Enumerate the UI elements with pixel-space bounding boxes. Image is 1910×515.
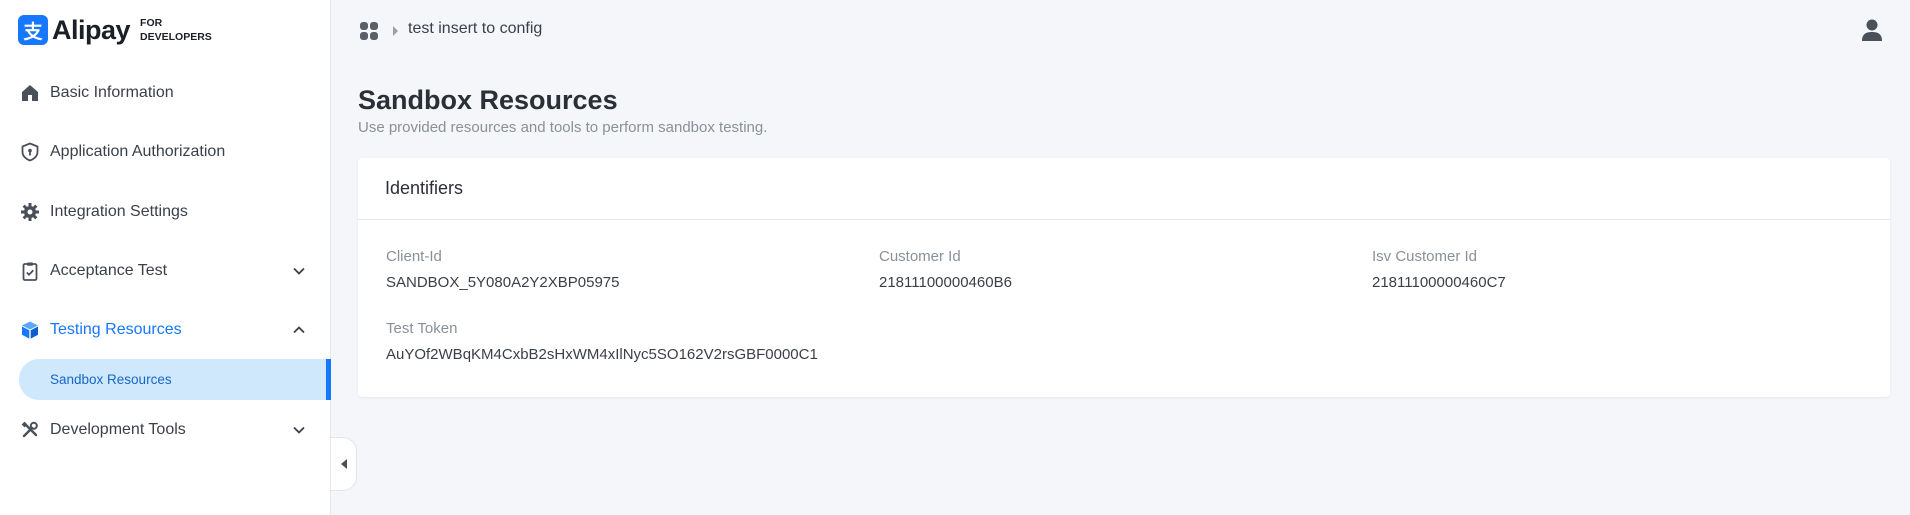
sidebar-item-label: Testing Resources	[50, 321, 182, 338]
sidebar-item-label: Basic Information	[50, 84, 174, 101]
sidebar-subitem-sandbox-resources[interactable]: Sandbox Resources	[19, 359, 328, 400]
client-id-field: Client-Id SANDBOX_5Y080A2Y2XBP05975	[386, 248, 620, 291]
collapse-sidebar-button[interactable]	[331, 437, 357, 491]
isv-customer-id-field: Isv Customer Id 21811100000460C7	[1372, 248, 1506, 291]
breadcrumb-app-name[interactable]: test insert to config	[408, 20, 542, 38]
caret-left-icon	[339, 458, 349, 470]
sidebar-item-development-tools[interactable]: Development Tools	[0, 410, 330, 450]
breadcrumb-separator-icon	[390, 24, 400, 38]
chevron-down-icon[interactable]	[292, 423, 306, 437]
sidebar-subitem-label: Sandbox Resources	[50, 372, 172, 387]
card-header: Identifiers	[358, 158, 1890, 220]
logo-subtitle: FOR DEVELOPERS	[140, 16, 212, 44]
field-value: AuYOf2WBqKM4CxbB2sHxWM4xIlNyc5SO162V2rsG…	[386, 346, 818, 363]
user-avatar-icon[interactable]	[1861, 18, 1883, 42]
logo-name: Alipay	[52, 14, 131, 45]
sidebar-item-acceptance-test[interactable]: Acceptance Test	[0, 251, 330, 291]
sidebar-item-label: Application Authorization	[50, 143, 226, 160]
sidebar-item-application-authorization[interactable]: Application Authorization	[0, 132, 330, 172]
field-label: Customer Id	[879, 248, 961, 265]
identifiers-card: Identifiers Client-Id SANDBOX_5Y080A2Y2X…	[358, 158, 1890, 397]
logo-sub-line2: DEVELOPERS	[140, 31, 212, 43]
sidebar-item-label: Integration Settings	[50, 203, 188, 220]
field-value: 21811100000460C7	[1372, 274, 1506, 291]
card-title: Identifiers	[385, 178, 464, 198]
chevron-up-icon[interactable]	[292, 323, 306, 337]
sidebar: 支 Alipay FOR DEVELOPERS Basic Informatio…	[0, 0, 331, 515]
page-title: Sandbox Resources	[358, 85, 618, 115]
sidebar-item-integration-settings[interactable]: Integration Settings	[0, 192, 330, 232]
sidebar-item-label: Development Tools	[50, 421, 186, 438]
apps-grid-icon[interactable]	[359, 21, 379, 41]
home-icon	[20, 83, 40, 103]
field-label: Test Token	[386, 320, 458, 337]
alipay-logo[interactable]: 支 Alipay FOR DEVELOPERS	[18, 15, 212, 45]
field-value: SANDBOX_5Y080A2Y2XBP05975	[386, 274, 620, 291]
cube-icon	[20, 320, 40, 340]
field-value: 21811100000460B6	[879, 274, 1012, 291]
gear-icon	[20, 202, 40, 222]
active-indicator	[326, 359, 331, 400]
customer-id-field: Customer Id 21811100000460B6	[879, 248, 1012, 291]
field-label: Client-Id	[386, 248, 442, 265]
clipboard-check-icon	[20, 261, 40, 281]
alipay-logo-icon: 支	[18, 15, 48, 45]
field-label: Isv Customer Id	[1372, 248, 1478, 265]
test-token-field: Test Token AuYOf2WBqKM4CxbB2sHxWM4xIlNyc…	[386, 320, 818, 363]
sidebar-item-testing-resources[interactable]: Testing Resources	[0, 310, 330, 350]
sidebar-item-label: Acceptance Test	[50, 262, 168, 279]
tools-icon	[20, 420, 40, 440]
chevron-down-icon[interactable]	[292, 264, 306, 278]
page-subtitle: Use provided resources and tools to perf…	[358, 119, 768, 136]
sidebar-item-basic-information[interactable]: Basic Information	[0, 73, 330, 113]
shield-icon	[20, 142, 40, 162]
logo-sub-line1: FOR	[140, 17, 163, 29]
